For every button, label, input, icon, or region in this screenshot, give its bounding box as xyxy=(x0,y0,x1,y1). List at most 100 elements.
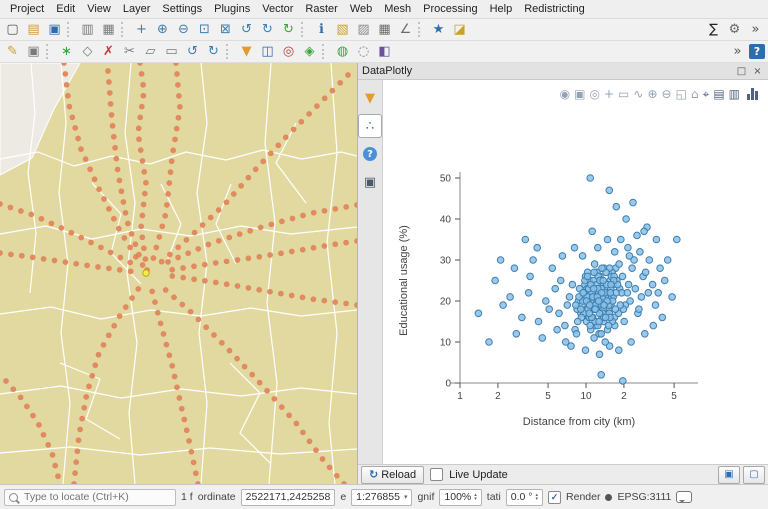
station-point[interactable] xyxy=(68,229,75,236)
station-point[interactable] xyxy=(142,256,149,263)
deselect-features-button[interactable]: ▨ xyxy=(354,21,373,39)
station-point[interactable] xyxy=(241,363,248,370)
station-point[interactable] xyxy=(236,231,243,238)
menu-settings[interactable]: Settings xyxy=(156,1,208,17)
save-plot-button[interactable]: ▣ xyxy=(718,465,740,484)
zoom-last-button[interactable]: ↺ xyxy=(237,21,256,39)
station-point[interactable] xyxy=(73,260,80,267)
save-layer-edits-button[interactable]: ▣ xyxy=(24,43,43,61)
station-point[interactable] xyxy=(66,103,73,110)
copy-features-button[interactable]: ▱ xyxy=(141,43,160,61)
rotation-spinner[interactable]: 0.0 ° ▴ ▾ xyxy=(505,488,544,506)
station-point[interactable] xyxy=(343,203,350,210)
station-point[interactable] xyxy=(332,299,339,306)
station-point[interactable] xyxy=(173,63,179,66)
plot-canvas[interactable]: ◉ ▣ ◎ + ▭ ∿ ⊕ ⊖ ◱ ⌂ ⌖ ▤ ▥ 1 2 5 10 2 5 0 10 20 30 40 50 Educatio… xyxy=(383,80,768,464)
box-select-icon[interactable]: ▭ xyxy=(618,88,629,100)
station-point[interactable] xyxy=(278,218,285,225)
station-point[interactable] xyxy=(178,405,185,412)
locate-search-box[interactable] xyxy=(4,488,176,506)
chevron-down-icon[interactable]: ▾ xyxy=(404,493,408,501)
station-point[interactable] xyxy=(78,146,85,153)
station-point[interactable] xyxy=(116,177,123,184)
station-point[interactable] xyxy=(268,221,275,228)
refresh-map-button[interactable]: ↻ xyxy=(279,21,298,39)
station-point[interactable] xyxy=(111,322,118,329)
station-point[interactable] xyxy=(152,299,159,306)
station-point[interactable] xyxy=(176,103,183,110)
station-point[interactable] xyxy=(289,215,296,222)
crs-status[interactable]: EPSG:3111 xyxy=(617,491,671,503)
cut-features-button[interactable]: ✂ xyxy=(120,43,139,61)
station-point[interactable] xyxy=(165,258,172,265)
hover-compare-icon[interactable]: ▥ xyxy=(729,88,740,100)
station-point[interactable] xyxy=(333,472,340,479)
station-point[interactable] xyxy=(165,191,172,198)
station-point[interactable] xyxy=(120,199,127,206)
station-point[interactable] xyxy=(106,89,113,96)
station-point[interactable] xyxy=(199,222,206,229)
station-point[interactable] xyxy=(191,263,198,270)
station-point[interactable] xyxy=(332,241,339,248)
station-point[interactable] xyxy=(343,300,350,307)
layout-manager-button[interactable]: ▦ xyxy=(99,21,118,39)
station-point[interactable] xyxy=(17,394,24,401)
station-point[interactable] xyxy=(191,229,198,236)
menu-plugins[interactable]: Plugins xyxy=(208,1,256,17)
station-point[interactable] xyxy=(234,355,241,362)
station-point[interactable] xyxy=(135,125,142,132)
station-point[interactable] xyxy=(175,114,182,121)
render-checkbox[interactable]: ✓ xyxy=(548,490,562,504)
station-point[interactable] xyxy=(310,244,317,251)
station-point[interactable] xyxy=(181,416,188,423)
station-point[interactable] xyxy=(170,147,177,154)
station-point[interactable] xyxy=(78,234,85,241)
station-point[interactable] xyxy=(249,371,256,378)
station-point[interactable] xyxy=(247,227,254,234)
station-point[interactable] xyxy=(169,362,176,369)
menu-processing[interactable]: Processing xyxy=(417,1,483,17)
station-point[interactable] xyxy=(275,142,282,149)
station-point[interactable] xyxy=(288,248,295,255)
station-point[interactable] xyxy=(168,158,175,165)
station-point[interactable] xyxy=(138,103,145,110)
station-point[interactable] xyxy=(321,207,328,214)
menu-vector[interactable]: Vector xyxy=(256,1,299,17)
redistricting-tools-button[interactable]: ◧ xyxy=(375,43,394,61)
station-point[interactable] xyxy=(62,70,69,77)
station-point[interactable] xyxy=(266,288,273,295)
station-point[interactable] xyxy=(141,168,148,175)
station-point[interactable] xyxy=(69,114,76,121)
station-point[interactable] xyxy=(150,255,157,262)
magnifier-spinner[interactable]: 100% ▴ ▾ xyxy=(439,488,482,506)
station-point[interactable] xyxy=(172,136,179,143)
station-point[interactable] xyxy=(179,301,186,308)
vertex-tool-button[interactable]: ◇ xyxy=(78,43,97,61)
station-point[interactable] xyxy=(166,251,173,258)
statistical-summary-button[interactable]: ∑ xyxy=(704,21,723,39)
station-point[interactable] xyxy=(73,459,80,466)
station-point[interactable] xyxy=(86,383,93,390)
station-point[interactable] xyxy=(245,174,252,181)
station-point[interactable] xyxy=(95,351,102,358)
station-point[interactable] xyxy=(122,304,129,311)
station-point[interactable] xyxy=(121,235,128,242)
zoom-to-selection-button[interactable]: ⊠ xyxy=(216,21,235,39)
station-point[interactable] xyxy=(230,191,237,198)
station-point[interactable] xyxy=(139,212,146,219)
station-point[interactable] xyxy=(129,295,136,302)
station-point[interactable] xyxy=(162,212,169,219)
station-point[interactable] xyxy=(188,448,195,455)
station-point[interactable] xyxy=(40,431,47,438)
station-point[interactable] xyxy=(110,133,117,140)
station-point[interactable] xyxy=(166,180,173,187)
station-point[interactable] xyxy=(117,254,124,261)
station-point[interactable] xyxy=(277,250,284,257)
float-panel-icon[interactable]: □ xyxy=(735,65,748,78)
export-plot-button[interactable]: ▢ xyxy=(743,465,765,484)
station-point[interactable] xyxy=(282,134,289,141)
station-point[interactable] xyxy=(45,441,52,448)
messages-icon[interactable] xyxy=(676,491,693,503)
menu-edit[interactable]: Edit xyxy=(50,1,81,17)
map-canvas[interactable] xyxy=(0,63,357,484)
